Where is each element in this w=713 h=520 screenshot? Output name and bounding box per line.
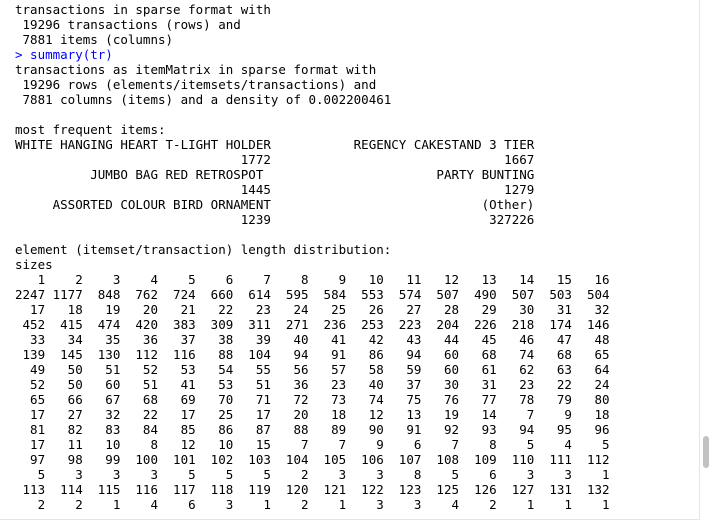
scrollbar-thumb[interactable] bbox=[703, 436, 709, 468]
console-output-line: 81 82 83 84 85 86 87 88 89 90 91 92 93 9… bbox=[15, 422, 610, 437]
console-output-line: 17 11 10 8 12 10 15 7 7 9 6 7 8 5 4 5 bbox=[15, 437, 610, 452]
console-output-line: 33 34 35 36 37 38 39 40 41 42 43 44 45 4… bbox=[15, 332, 610, 347]
console-output-line: 49 50 51 52 53 54 55 56 57 58 59 60 61 6… bbox=[15, 362, 610, 377]
console-output-line: 1772 1667 bbox=[15, 152, 535, 167]
console-output-line: 113 114 115 116 117 118 119 120 121 122 … bbox=[15, 482, 610, 497]
console-output-line: sizes bbox=[15, 257, 53, 272]
console-output-line: 139 145 130 112 116 88 104 94 91 86 94 6… bbox=[15, 347, 610, 362]
console-output-line: 52 50 60 51 41 53 51 36 23 40 37 30 31 2… bbox=[15, 377, 610, 392]
console-output-line: transactions in sparse format with bbox=[15, 2, 271, 17]
console-output-line: 2247 1177 848 762 724 660 614 595 584 55… bbox=[15, 287, 610, 302]
console-output-line: JUMBO BAG RED RETROSPOT PARTY BUNTING bbox=[15, 167, 535, 182]
console-output-line: 1 2 3 4 5 6 7 8 9 10 11 12 13 14 15 16 bbox=[15, 272, 610, 287]
console-output-line: 17 18 19 20 21 22 23 24 25 26 27 28 29 3… bbox=[15, 302, 610, 317]
console-output-line: most frequent items: bbox=[15, 122, 166, 137]
console-output-line: 19296 rows (elements/itemsets/transactio… bbox=[15, 77, 377, 92]
console-output-line: 2 2 1 4 6 3 1 2 1 3 3 4 2 1 1 1 bbox=[15, 497, 610, 512]
console-output-line: 19296 transactions (rows) and bbox=[15, 17, 241, 32]
console-output-line: 5 3 3 3 5 5 5 2 3 3 8 5 6 3 3 1 bbox=[15, 467, 610, 482]
r-console-panel[interactable]: transactions in sparse format with 19296… bbox=[0, 0, 713, 520]
console-output-line: 97 98 99 100 101 102 103 104 105 106 107… bbox=[15, 452, 610, 467]
console-output-line: 1445 1279 bbox=[15, 182, 535, 197]
console-output-line: element (itemset/transaction) length dis… bbox=[15, 242, 392, 257]
console-output-line: transactions as itemMatrix in sparse for… bbox=[15, 62, 377, 77]
console-output-line: WHITE HANGING HEART T-LIGHT HOLDER REGEN… bbox=[15, 137, 535, 152]
console-output-line: 7881 items (columns) bbox=[15, 32, 174, 47]
console-output-line: ASSORTED COLOUR BIRD ORNAMENT (Other) bbox=[15, 197, 535, 212]
console-output[interactable]: transactions in sparse format with 19296… bbox=[15, 2, 699, 520]
console-output-line: 7881 columns (items) and a density of 0.… bbox=[15, 92, 392, 107]
vertical-scrollbar[interactable] bbox=[699, 0, 713, 520]
console-output-line: 1239 327226 bbox=[15, 212, 535, 227]
console-output-line: 452 415 474 420 383 309 311 271 236 253 … bbox=[15, 317, 610, 332]
console-output-line: 17 27 32 22 17 25 17 20 18 12 13 19 14 7… bbox=[15, 407, 610, 422]
console-command-line: > summary(tr) bbox=[15, 47, 113, 62]
console-output-line: 65 66 67 68 69 70 71 72 73 74 75 76 77 7… bbox=[15, 392, 610, 407]
